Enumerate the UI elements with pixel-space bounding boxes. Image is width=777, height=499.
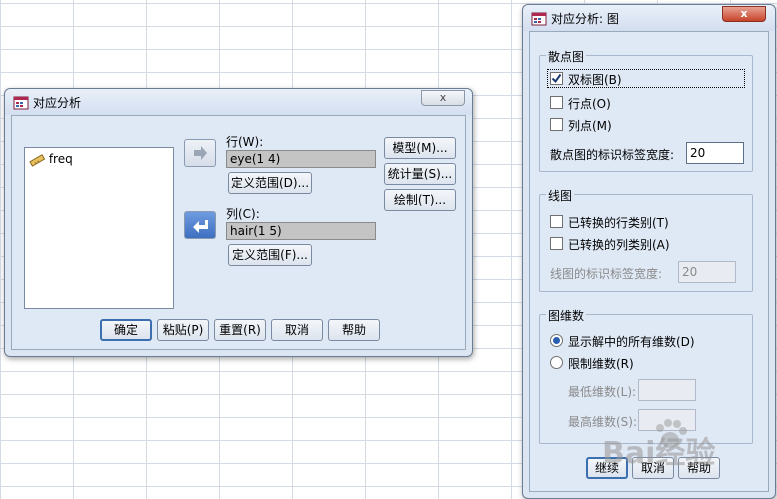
- transformed-column-checkbox[interactable]: [550, 237, 563, 250]
- watermark-text: Bai经验: [602, 436, 716, 471]
- column-points-label: 列点(M): [568, 119, 612, 133]
- line-label-width-input[interactable]: 20: [678, 261, 736, 283]
- dialog2-close-button[interactable]: x: [722, 6, 766, 22]
- cancel-button[interactable]: 取消: [271, 319, 323, 341]
- plots-button[interactable]: 绘制(T)...: [384, 189, 456, 211]
- dialog2-titlebar[interactable]: 对应分析: 图 x: [523, 5, 775, 31]
- row-points-label: 行点(O): [568, 97, 611, 111]
- checkmark-icon: [551, 73, 562, 84]
- define-row-range-button[interactable]: 定义范围(D)...: [228, 172, 312, 194]
- scatter-label-width-input[interactable]: 20: [686, 142, 744, 164]
- row-variable-field[interactable]: eye(1 4): [226, 150, 376, 168]
- close-icon: x: [740, 7, 748, 20]
- transformed-row-checkbox[interactable]: [550, 215, 563, 228]
- statistics-button[interactable]: 统计量(S)...: [384, 163, 456, 185]
- transformed-row-label: 已转换的行类别(T): [568, 216, 669, 230]
- dims-group-title: 图维数: [546, 307, 587, 324]
- row-label: 行(W):: [226, 135, 264, 149]
- paste-button[interactable]: 粘贴(P): [157, 319, 209, 341]
- move-to-column-button[interactable]: [184, 211, 216, 239]
- move-to-row-button[interactable]: [184, 139, 216, 167]
- model-button[interactable]: 模型(M)...: [384, 137, 456, 159]
- column-label: 列(C):: [226, 207, 260, 221]
- variable-name: freq: [48, 152, 73, 166]
- help-button[interactable]: 帮助: [328, 319, 380, 341]
- close-icon: x: [439, 91, 447, 104]
- dialog1-titlebar[interactable]: 对应分析 x: [5, 89, 472, 115]
- all-dimensions-label: 显示解中的所有维数(D): [568, 335, 695, 349]
- row-points-checkbox[interactable]: [550, 96, 563, 109]
- dialog1-title: 对应分析: [33, 96, 82, 110]
- all-dimensions-radio[interactable]: [550, 334, 563, 347]
- min-dimension-input[interactable]: [638, 379, 696, 401]
- restrict-dimensions-label: 限制维数(R): [568, 357, 634, 371]
- dialog1-close-button[interactable]: x: [421, 90, 465, 106]
- dialog1-client: freq 行(W): eye(1 4) 定义范围(D)... 列(C): hai…: [11, 115, 466, 350]
- scatter-plot-group: 散点图 双标图(B) 行点(O) 列点(M) 散点图的标识标签宽度: 20: [539, 48, 753, 172]
- ruler-variable-icon: [29, 153, 46, 167]
- scatter-group-title: 散点图: [546, 48, 587, 65]
- define-column-range-button[interactable]: 定义范围(F)...: [228, 244, 312, 266]
- biplot-option[interactable]: 双标图(B): [547, 69, 745, 88]
- ok-button[interactable]: 确定: [100, 319, 152, 341]
- biplot-checkbox[interactable]: [550, 72, 563, 85]
- arrow-right-icon: [194, 146, 207, 160]
- min-dimension-label: 最低维数(L):: [568, 385, 637, 399]
- line-plot-group: 线图 已转换的行类别(T) 已转换的列类别(A) 线图的标识标签宽度: 20: [539, 187, 753, 292]
- list-item[interactable]: freq: [29, 152, 73, 168]
- baidu-watermark: Bai经验: [600, 410, 772, 495]
- dialog2-title: 对应分析: 图: [551, 12, 619, 26]
- line-group-title: 线图: [546, 187, 575, 204]
- column-variable-field[interactable]: hair(1 5): [226, 222, 376, 240]
- variable-list[interactable]: freq: [24, 147, 174, 309]
- column-points-checkbox[interactable]: [550, 118, 563, 131]
- line-label-width-label: 线图的标识标签宽度:: [550, 267, 663, 281]
- restrict-dimensions-radio[interactable]: [550, 356, 563, 369]
- arrow-left-icon: [193, 220, 208, 233]
- reset-button[interactable]: 重置(R): [214, 319, 266, 341]
- transformed-column-label: 已转换的列类别(A): [568, 238, 670, 252]
- spss-dialog-icon: [13, 96, 29, 110]
- biplot-label: 双标图(B): [568, 73, 622, 87]
- scatter-label-width-label: 散点图的标识标签宽度:: [550, 148, 675, 162]
- correspondence-analysis-dialog: 对应分析 x freq 行(W): eye(1 4) 定义范围(D)... 列(…: [4, 88, 473, 357]
- spss-dialog-icon: [531, 12, 547, 26]
